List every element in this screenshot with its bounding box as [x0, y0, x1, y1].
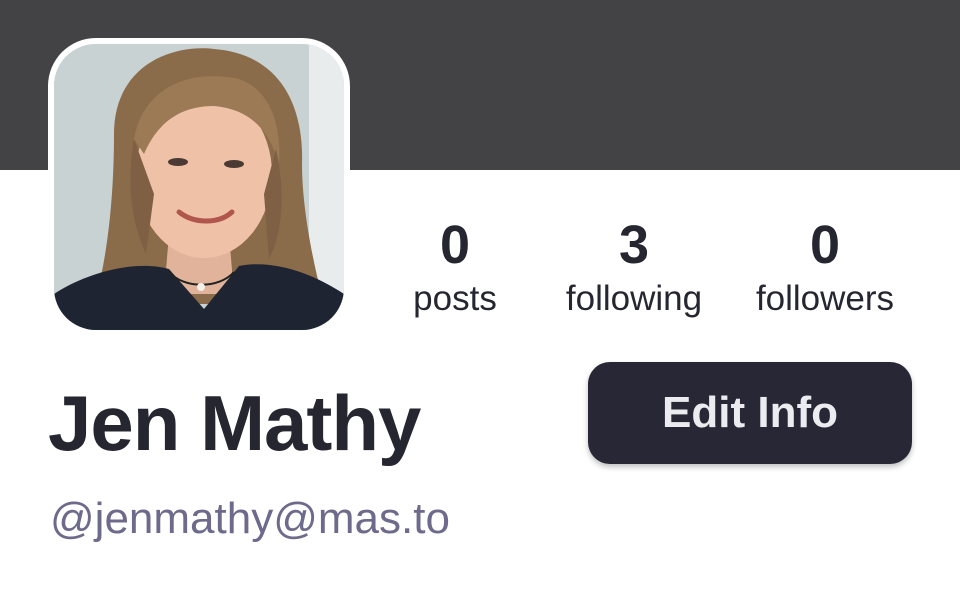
profile-card: 0 posts 3 following 0 followers Edit Inf…: [0, 0, 960, 608]
posts-label: posts: [413, 279, 497, 318]
posts-count: 0: [439, 215, 471, 275]
edit-info-button[interactable]: Edit Info: [588, 362, 912, 464]
stat-following[interactable]: 3 following: [539, 214, 729, 322]
followers-label: followers: [755, 279, 895, 318]
stat-followers[interactable]: 0 followers: [730, 214, 920, 322]
avatar-frame[interactable]: [48, 38, 350, 336]
following-label: following: [565, 279, 703, 318]
stat-posts[interactable]: 0 posts: [360, 214, 550, 322]
display-name: Jen Mathy: [48, 379, 421, 467]
followers-count: 0: [809, 215, 841, 275]
avatar[interactable]: [54, 44, 344, 330]
account-handle: @jenmathy@mas.to: [50, 494, 450, 543]
avatar-photo: [54, 44, 344, 330]
following-count: 3: [618, 215, 650, 275]
